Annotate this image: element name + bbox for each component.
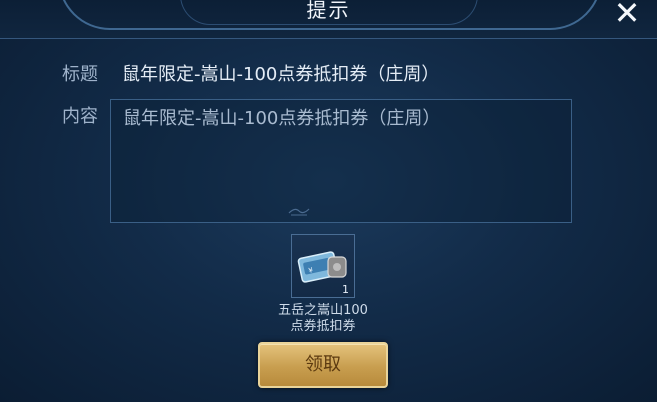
close-icon[interactable]: ✕: [608, 0, 646, 30]
subject-label: 标题: [62, 64, 98, 85]
item-count: 1: [342, 283, 349, 296]
item-name: 五岳之嵩山100点券抵扣券: [278, 303, 368, 334]
content-text: 鼠年限定-嵩山-100点券抵扣券（庄周）: [123, 108, 441, 129]
content-box: 鼠年限定-嵩山-100点券抵扣券（庄周）: [110, 99, 572, 223]
content-label: 内容: [62, 106, 98, 127]
attachment-item-slot[interactable]: ¥ 1: [291, 234, 355, 298]
dialog-title: 提示: [306, 0, 351, 22]
scroll-ornament-icon: [288, 208, 310, 216]
dialog-header: 提示: [0, 0, 657, 39]
claim-button[interactable]: 领取: [258, 342, 388, 388]
subject-value: 鼠年限定-嵩山-100点券抵扣券（庄周）: [122, 64, 440, 85]
